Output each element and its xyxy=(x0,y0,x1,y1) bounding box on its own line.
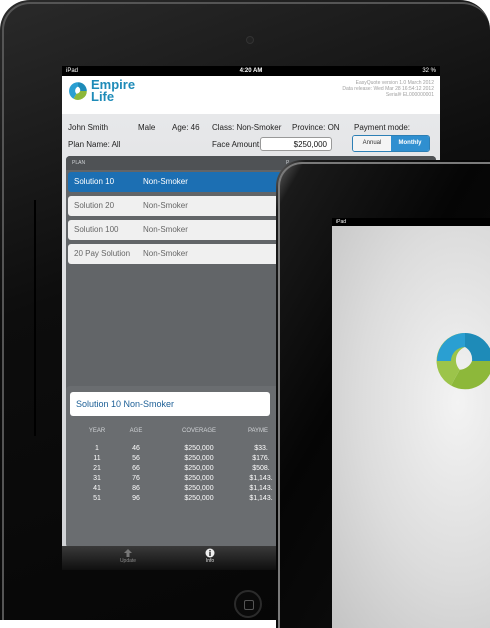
plan-row-20-pay-solution[interactable]: 20 Pay Solution Non-Smoker xyxy=(68,244,282,264)
info-icon xyxy=(205,548,215,558)
plan-row-solution-10[interactable]: Solution 10 Non-Smoker xyxy=(68,172,282,192)
client-age: Age: 46 xyxy=(172,123,200,132)
status-battery: 32 % xyxy=(422,68,436,74)
col-payment: PAYME xyxy=(247,428,269,434)
face-amount-field[interactable]: $250,000 xyxy=(260,137,332,151)
client-gender: Male xyxy=(138,123,156,132)
monthly-option[interactable]: Monthly xyxy=(391,136,429,151)
client-province: Province: ON xyxy=(292,123,340,132)
annual-option[interactable]: Annual xyxy=(353,136,391,151)
cell-age: 76 xyxy=(132,475,140,482)
client-name: John Smith xyxy=(68,123,109,132)
tab-info[interactable]: Info xyxy=(190,548,230,564)
cell-year: 41 xyxy=(93,485,101,492)
marketing-scene: iPad 4:20 AM 32 % Empire Life EasyQuote … xyxy=(0,0,490,628)
plan-class: Non-Smoker xyxy=(143,201,188,210)
cell-year: 31 xyxy=(93,475,101,482)
cell-year: 51 xyxy=(93,495,101,502)
plan-class: Non-Smoker xyxy=(143,225,188,234)
version-info: EasyQuote version 1.0 March 2012 Data re… xyxy=(342,80,434,98)
tab-update-label: Update xyxy=(119,558,137,564)
plan-name: Solution 10 xyxy=(74,177,115,186)
cell-year: 1 xyxy=(95,445,99,452)
ipad-front-device: iPad xyxy=(276,160,490,628)
cell-coverage: $250,000 xyxy=(184,465,214,472)
app-header: Empire Life EasyQuote version 1.0 March … xyxy=(62,76,440,114)
splash-screen: iPad xyxy=(332,218,490,628)
cell-year: 21 xyxy=(93,465,101,472)
home-button xyxy=(234,590,262,618)
col-year: YEAR xyxy=(88,428,106,434)
cell-age: 66 xyxy=(132,465,140,472)
cell-coverage: $250,000 xyxy=(184,445,214,452)
plan-name-label: Plan Name: All xyxy=(68,140,121,149)
cell-age: 96 xyxy=(132,495,140,502)
upload-arrow-icon xyxy=(124,549,132,557)
empire-life-splash-logo-icon xyxy=(436,332,490,390)
brand-name: Empire Life xyxy=(91,78,135,104)
cell-coverage: $250,000 xyxy=(184,485,214,492)
plan-class: Non-Smoker xyxy=(143,177,188,186)
tab-info-label: Info xyxy=(205,558,215,564)
payment-mode-label: Payment mode: xyxy=(354,123,411,132)
brand-line-2: Life xyxy=(91,89,115,104)
status-time: 4:20 AM xyxy=(239,68,263,74)
cell-age: 46 xyxy=(132,445,140,452)
front-status-bar: iPad xyxy=(332,218,490,226)
camera-icon xyxy=(246,36,254,44)
plan-name: 20 Pay Solution xyxy=(74,249,131,258)
cell-age: 86 xyxy=(132,485,140,492)
cell-age: 56 xyxy=(132,455,140,462)
plan-name: Solution 20 xyxy=(74,201,115,210)
status-bar: iPad 4:20 AM 32 % xyxy=(62,66,440,76)
cell-year: 11 xyxy=(93,455,101,462)
tab-update[interactable]: Update xyxy=(108,548,148,564)
col-coverage: COVERAGE xyxy=(181,428,216,434)
plan-class: Non-Smoker xyxy=(143,249,188,258)
plan-row-solution-20[interactable]: Solution 20 Non-Smoker xyxy=(68,196,282,216)
plan-column-header: PLAN xyxy=(72,160,86,166)
empire-life-logo-icon xyxy=(69,82,87,100)
face-amount-label: Face Amount: xyxy=(212,140,262,149)
serial-line: Serial# EL000000001 xyxy=(385,92,434,98)
plan-name: Solution 100 xyxy=(74,225,119,234)
cell-coverage: $250,000 xyxy=(184,475,214,482)
cell-coverage: $250,000 xyxy=(184,455,214,462)
col-age: AGE xyxy=(129,428,143,434)
divider-line xyxy=(34,200,36,436)
client-class: Class: Non-Smoker xyxy=(212,123,282,132)
cell-coverage: $250,000 xyxy=(184,495,214,502)
plan-row-solution-100[interactable]: Solution 100 Non-Smoker xyxy=(68,220,282,240)
result-title: Solution 10 Non-Smoker xyxy=(70,392,270,416)
payment-mode-toggle[interactable]: Annual Monthly xyxy=(352,135,430,152)
